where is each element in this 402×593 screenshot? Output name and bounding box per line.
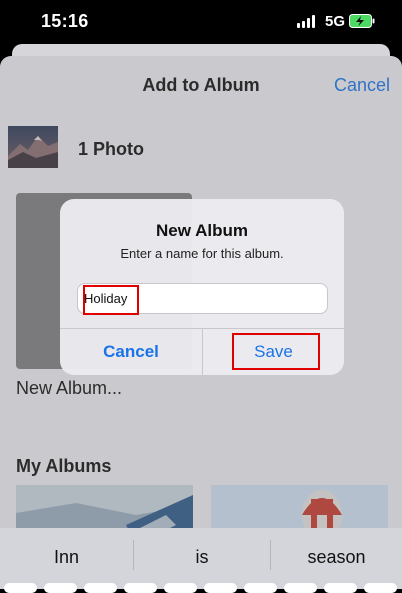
status-time: 15:16	[41, 11, 89, 31]
keyboard-key[interactable]	[164, 583, 197, 593]
highlight-box	[232, 333, 320, 370]
dialog-title: New Album	[156, 221, 248, 240]
keyboard-key[interactable]	[324, 583, 357, 593]
dialog-message: Enter a name for this album.	[120, 246, 284, 261]
keyboard-key[interactable]	[364, 583, 397, 593]
status-bar: 15:16 5G	[0, 0, 402, 44]
suggestion-item[interactable]: season	[271, 547, 402, 568]
network-label: 5G	[325, 13, 346, 30]
keyboard-key[interactable]	[4, 583, 37, 593]
highlight-box	[83, 285, 139, 315]
keyboard-key[interactable]	[84, 583, 117, 593]
dialog-cancel-button[interactable]: Cancel	[60, 328, 202, 375]
keyboard-key[interactable]	[284, 583, 317, 593]
keyboard-key[interactable]	[44, 583, 77, 593]
keyboard-key[interactable]	[244, 583, 277, 593]
battery-charging-icon	[349, 14, 375, 28]
signal-icon	[297, 15, 319, 28]
keyboard-suggestion-bar: Inn is season	[0, 528, 402, 589]
keyboard-key[interactable]	[124, 583, 157, 593]
keyboard-key[interactable]	[204, 583, 237, 593]
suggestion-item[interactable]: is	[134, 547, 270, 568]
suggestion-item[interactable]: Inn	[0, 547, 133, 568]
